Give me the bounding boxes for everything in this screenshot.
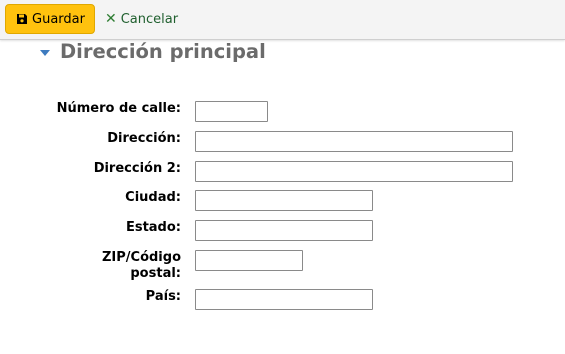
- address2-label: Dirección 2:: [93, 161, 181, 176]
- cancel-button[interactable]: ✕ Cancelar: [105, 4, 178, 34]
- city-input[interactable]: [195, 190, 373, 211]
- street-number-input[interactable]: [195, 101, 268, 122]
- state-label: Estado:: [125, 220, 181, 235]
- street-number-label: Número de calle:: [56, 101, 181, 116]
- floppy-disk-icon: [16, 13, 28, 25]
- city-label: Ciudad:: [125, 190, 181, 205]
- zip-label: ZIP/Código postal:: [0, 250, 181, 282]
- save-button-label: Guardar: [32, 11, 85, 27]
- section-toggle-main-address[interactable]: Dirección principal: [40, 39, 266, 63]
- x-icon: ✕: [105, 11, 117, 27]
- address-input[interactable]: [195, 131, 513, 152]
- zip-label-line2: postal:: [130, 266, 181, 281]
- zip-input[interactable]: [195, 250, 303, 271]
- country-label: País:: [145, 289, 181, 304]
- zip-label-line1: ZIP/Código: [101, 250, 181, 265]
- state-input[interactable]: [195, 220, 373, 241]
- cancel-button-label: Cancelar: [120, 11, 179, 27]
- save-button[interactable]: Guardar: [5, 4, 95, 34]
- address-label: Dirección:: [107, 131, 181, 146]
- caret-down-icon: [40, 49, 50, 56]
- address2-input[interactable]: [195, 161, 513, 182]
- section-title: Dirección principal: [60, 39, 266, 63]
- country-input[interactable]: [195, 289, 373, 310]
- toolbar: Guardar ✕ Cancelar: [0, 0, 565, 40]
